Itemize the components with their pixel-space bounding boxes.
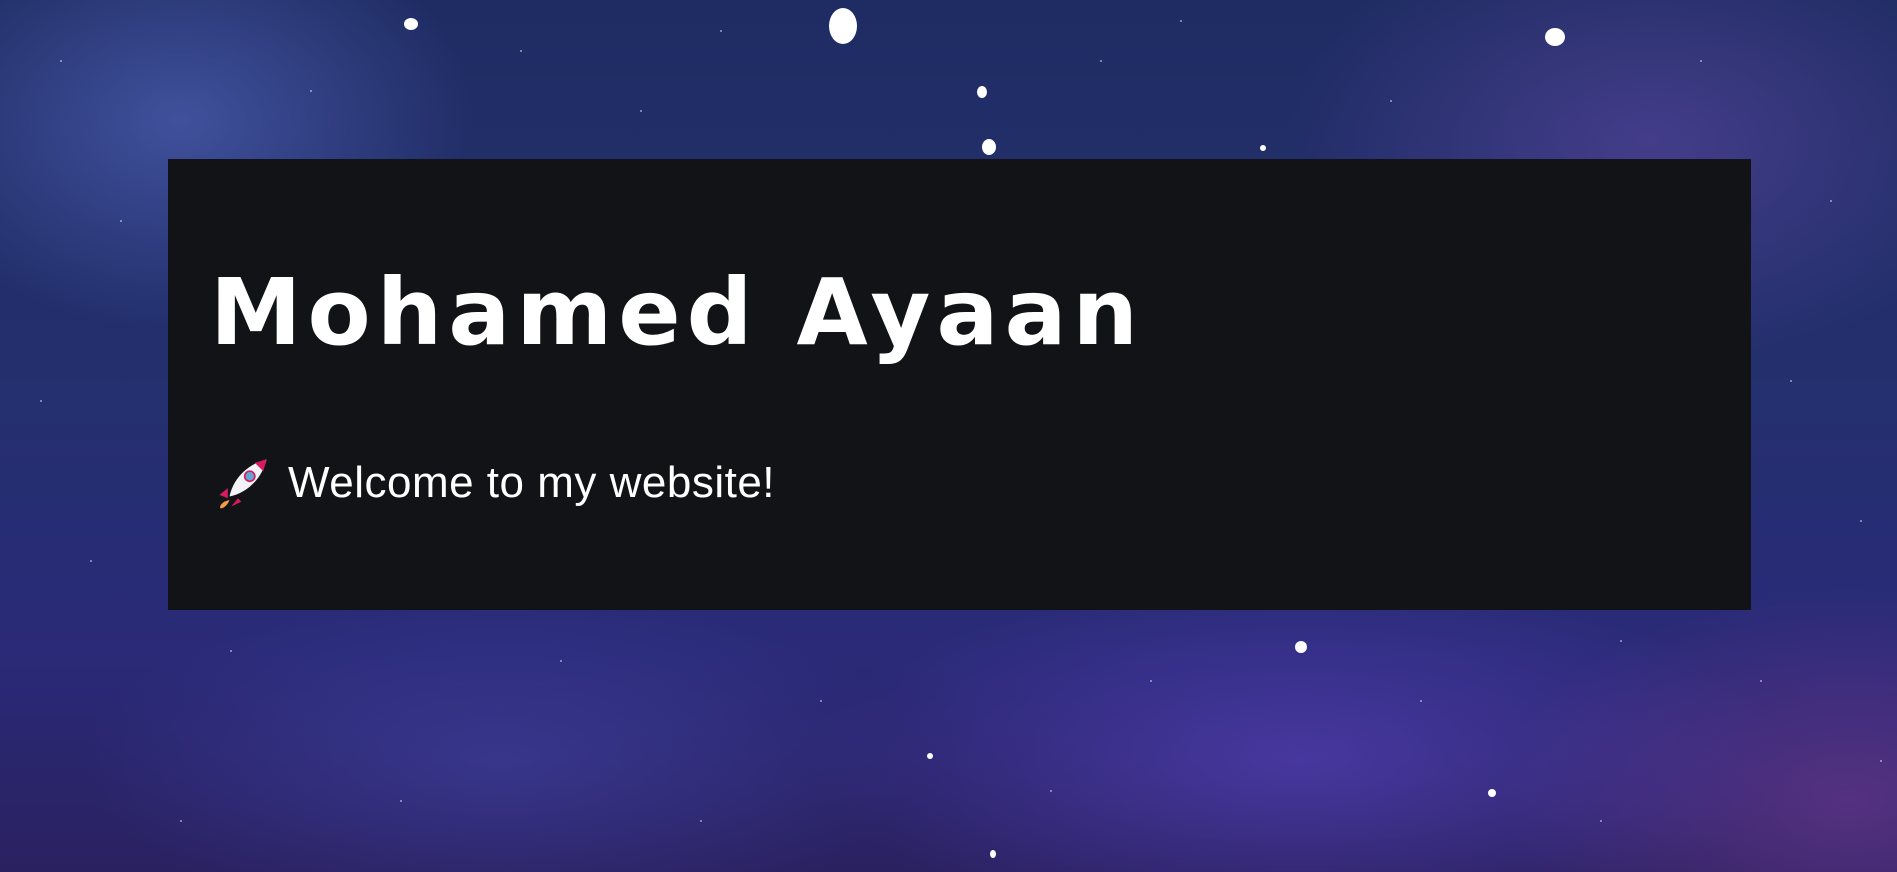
star	[982, 139, 996, 155]
star	[1760, 680, 1762, 682]
star	[40, 400, 42, 402]
star	[1790, 380, 1792, 382]
star	[700, 820, 702, 822]
star	[1180, 20, 1182, 22]
star	[1600, 820, 1602, 822]
star	[820, 700, 822, 702]
star	[400, 800, 402, 802]
star	[1860, 520, 1862, 522]
star	[404, 18, 418, 30]
star	[1260, 145, 1266, 151]
star	[1700, 60, 1702, 62]
star	[1050, 790, 1052, 792]
star	[1420, 700, 1422, 702]
hero-card: Mohamed Ayaan Welcome to my website!	[168, 159, 1751, 610]
star	[230, 650, 232, 652]
welcome-message: Welcome to my website!	[216, 456, 775, 510]
star	[720, 30, 722, 32]
star	[1488, 789, 1496, 797]
star	[1880, 760, 1882, 762]
star	[1295, 641, 1307, 653]
star	[1390, 100, 1392, 102]
star	[310, 90, 312, 92]
star	[60, 60, 62, 62]
star	[90, 560, 92, 562]
star	[1545, 28, 1565, 46]
star	[120, 220, 122, 222]
star	[1830, 200, 1832, 202]
star	[1150, 680, 1152, 682]
welcome-text: Welcome to my website!	[288, 458, 776, 507]
star	[640, 110, 642, 112]
star	[560, 660, 562, 662]
page-title: Mohamed Ayaan	[210, 259, 1145, 366]
star	[180, 820, 182, 822]
star	[977, 86, 987, 98]
star	[927, 753, 933, 759]
star	[990, 850, 996, 858]
star	[520, 50, 522, 52]
star	[1620, 640, 1622, 642]
star	[829, 8, 857, 44]
star	[1100, 60, 1102, 62]
rocket-icon	[216, 456, 270, 510]
